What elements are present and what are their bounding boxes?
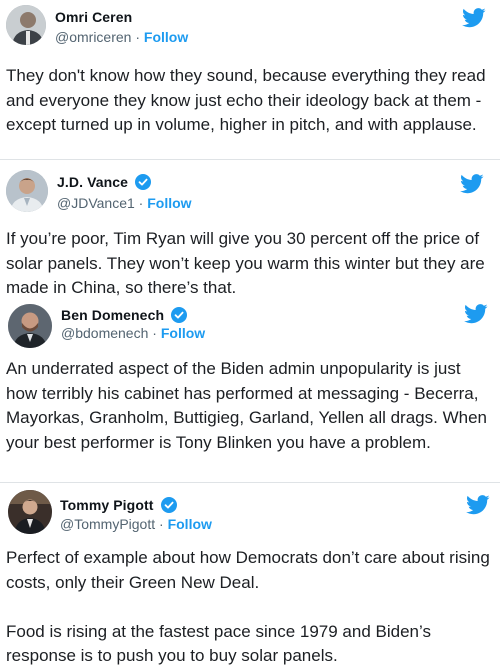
user-handle[interactable]: @bdomenech bbox=[61, 325, 148, 341]
display-name[interactable]: J.D. Vance bbox=[57, 174, 128, 190]
tweet-card-bdomenech: Ben Domenech @bdomenech · Follow An unde… bbox=[0, 300, 500, 482]
verified-badge-icon bbox=[171, 307, 188, 323]
separator-dot: · bbox=[152, 325, 157, 341]
tweet-card-omriceren: Omri Ceren @omriceren · Follow They don'… bbox=[0, 0, 500, 158]
tweet-text: An underrated aspect of the Biden admin … bbox=[6, 359, 487, 452]
tweet-text: If you’re poor, Tim Ryan will give you 3… bbox=[6, 229, 485, 297]
separator-dot: · bbox=[159, 516, 164, 532]
verified-badge-icon bbox=[135, 174, 152, 190]
display-name-row: Tommy Pigott bbox=[60, 497, 177, 513]
display-name-row: Ben Domenech bbox=[61, 307, 188, 323]
user-handle[interactable]: @TommyPigott bbox=[60, 516, 155, 532]
tweet-card-jdvance: J.D. Vance @JDVance1 · Follow If you’re … bbox=[0, 160, 500, 302]
tweet-card-tommypigott: Tommy Pigott @TommyPigott · Follow Perfe… bbox=[0, 483, 500, 665]
avatar[interactable] bbox=[8, 490, 52, 534]
handle-line: @omriceren · Follow bbox=[55, 29, 188, 45]
twitter-bird-icon[interactable] bbox=[462, 8, 486, 28]
follow-button[interactable]: Follow bbox=[147, 195, 191, 211]
handle-line: @JDVance1 · Follow bbox=[57, 195, 192, 211]
twitter-bird-icon[interactable] bbox=[460, 174, 484, 194]
tweet-text: Perfect of example about how Democrats d… bbox=[6, 548, 490, 665]
display-name[interactable]: Omri Ceren bbox=[55, 9, 132, 25]
separator-dot: · bbox=[138, 195, 144, 211]
verified-badge-icon bbox=[160, 497, 177, 513]
tweet-text: They don't know how they sound, because … bbox=[6, 66, 486, 134]
twitter-bird-icon[interactable] bbox=[464, 304, 488, 324]
avatar[interactable] bbox=[8, 304, 52, 348]
follow-button[interactable]: Follow bbox=[144, 29, 188, 45]
separator-dot: · bbox=[135, 29, 141, 45]
display-name[interactable]: Tommy Pigott bbox=[60, 497, 154, 513]
avatar[interactable] bbox=[6, 5, 46, 45]
display-name-row: J.D. Vance bbox=[57, 174, 152, 190]
follow-button[interactable]: Follow bbox=[161, 325, 205, 341]
user-handle[interactable]: @omriceren bbox=[55, 29, 131, 45]
display-name[interactable]: Ben Domenech bbox=[61, 307, 164, 323]
twitter-bird-icon[interactable] bbox=[466, 495, 490, 515]
avatar[interactable] bbox=[6, 170, 48, 212]
user-handle[interactable]: @JDVance1 bbox=[57, 195, 135, 211]
handle-line: @bdomenech · Follow bbox=[61, 325, 205, 341]
follow-button[interactable]: Follow bbox=[168, 516, 212, 532]
handle-line: @TommyPigott · Follow bbox=[60, 516, 212, 532]
